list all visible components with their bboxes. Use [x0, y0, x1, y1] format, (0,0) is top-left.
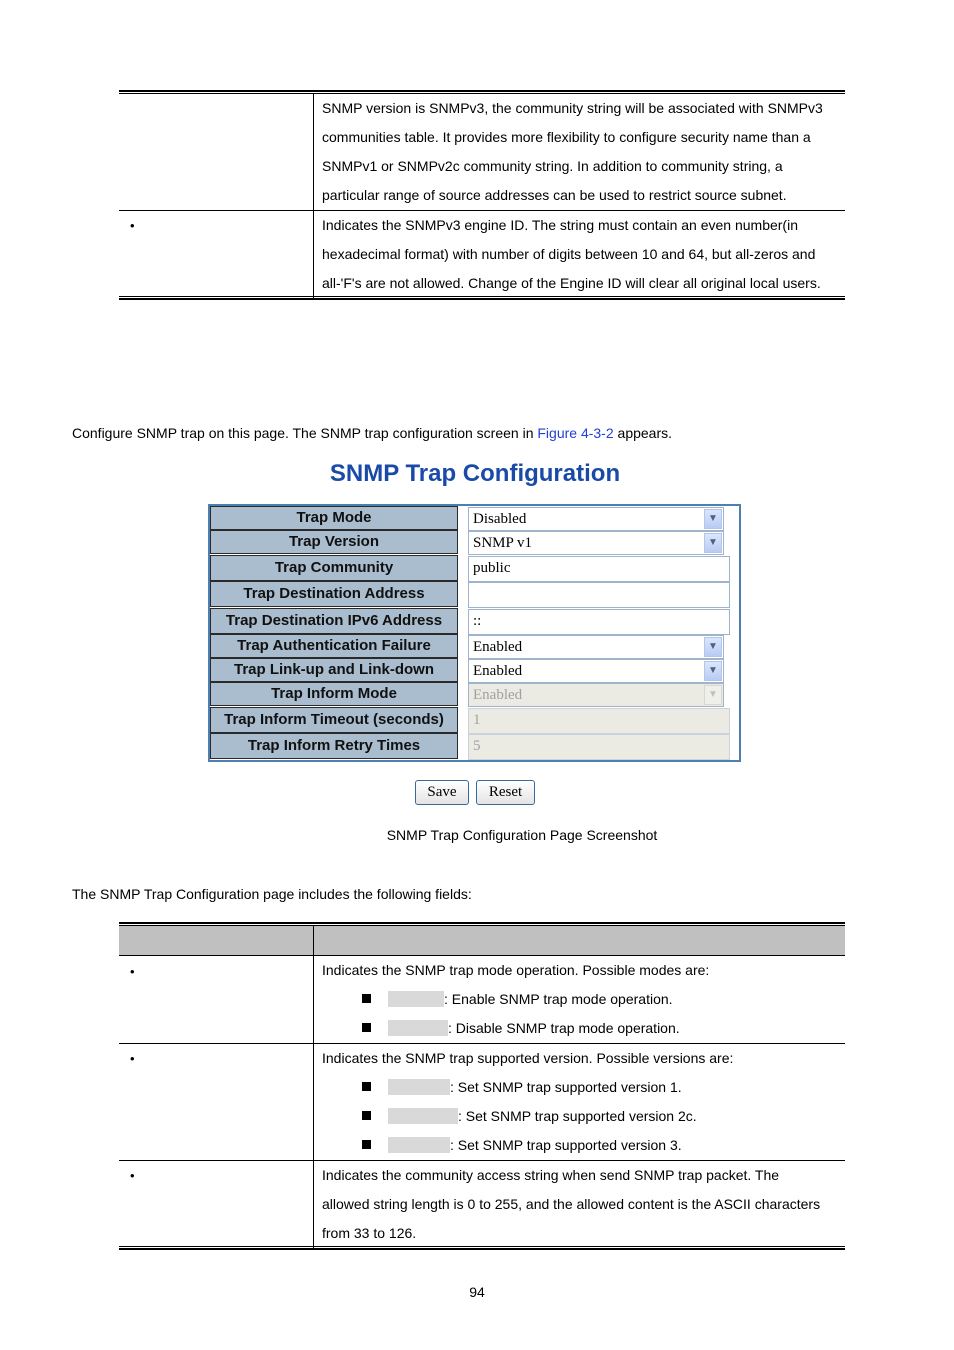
select-value: Enabled — [473, 687, 523, 703]
field-label: Trap Link-up and Link-down — [210, 658, 458, 682]
save-button[interactable]: Save — [415, 780, 469, 805]
redacted-term — [388, 1079, 450, 1095]
redacted-term — [388, 1137, 450, 1153]
desc-line: allowed string length is 0 to 255, and t… — [322, 1196, 821, 1212]
sub-item-text: : Disable SNMP trap mode operation. — [448, 1020, 680, 1036]
desc-line: SNMPv1 or SNMPv2c community string. In a… — [322, 158, 783, 174]
field-text-input[interactable]: :: — [468, 609, 730, 635]
table-row-description: Indicates the SNMPv3 engine ID. The stri… — [322, 211, 842, 298]
table-row-description: Indicates the SNMP trap supported versio… — [322, 1050, 734, 1066]
desc-line: SNMP version is SNMPv3, the community st… — [322, 100, 823, 116]
desc-line: all-'F's are not allowed. Change of the … — [322, 275, 821, 291]
sub-item: : Set SNMP trap supported version 1. — [362, 1073, 682, 1102]
select-value: Enabled — [473, 639, 523, 655]
field-text-input: 5 — [468, 734, 730, 760]
square-bullet-icon — [362, 1082, 371, 1091]
desc-line: particular range of source addresses can… — [322, 187, 787, 203]
config-title: SNMP Trap Configuration — [329, 460, 621, 487]
select-value: Disabled — [473, 511, 527, 527]
square-bullet-icon — [362, 1023, 371, 1032]
table-header-row — [119, 926, 845, 956]
field-label: Trap Authentication Failure — [210, 634, 458, 658]
sub-item: : Enable SNMP trap mode operation. — [362, 985, 673, 1014]
redacted-term — [388, 1108, 458, 1124]
field-label: Trap Mode — [210, 506, 458, 530]
bullet: • — [130, 1051, 135, 1066]
table-row-description: Indicates the community access string wh… — [322, 1161, 842, 1248]
intro-text: appears. — [613, 425, 673, 441]
fields-intro: The SNMP Trap Configuration page include… — [72, 886, 472, 902]
intro-paragraph: Configure SNMP trap on this page. The SN… — [72, 425, 672, 441]
field-label: Trap Version — [210, 530, 458, 554]
page-number: 94 — [469, 1284, 485, 1300]
table-column-divider — [313, 94, 314, 298]
bullet: • — [130, 964, 135, 979]
sub-item-text: : Set SNMP trap supported version 2c. — [458, 1108, 697, 1124]
field-select: Enabled ▼ — [468, 683, 724, 707]
sub-item: : Set SNMP trap supported version 3. — [362, 1131, 682, 1160]
figure-link[interactable]: Figure 4-3-2 — [537, 425, 613, 441]
intro-text: Configure SNMP trap on this page. The SN… — [72, 425, 538, 441]
field-label: Trap Destination Address — [210, 581, 458, 607]
sub-item-text: : Enable SNMP trap mode operation. — [444, 991, 673, 1007]
chevron-down-icon[interactable]: ▼ — [704, 509, 722, 529]
reset-button[interactable]: Reset — [476, 780, 535, 805]
field-select[interactable]: SNMP v1 ▼ — [468, 531, 724, 555]
sub-item-text: : Set SNMP trap supported version 3. — [450, 1137, 682, 1153]
field-select[interactable]: Disabled ▼ — [468, 507, 724, 531]
bullet: • — [130, 1168, 135, 1183]
select-value: Enabled — [473, 663, 523, 679]
field-label: Trap Inform Mode — [210, 682, 458, 706]
bullet: • — [130, 218, 135, 233]
table-row-description: SNMP version is SNMPv3, the community st… — [322, 94, 842, 210]
sub-item: : Disable SNMP trap mode operation. — [362, 1014, 680, 1043]
square-bullet-icon — [362, 1140, 371, 1149]
redacted-term — [388, 1020, 448, 1036]
field-label: Trap Community — [210, 555, 458, 581]
table-column-divider — [313, 926, 314, 1248]
desc-line: communities table. It provides more flex… — [322, 129, 811, 145]
figure-caption: SNMP Trap Configuration Page Screenshot — [386, 827, 658, 843]
field-label: Trap Inform Retry Times — [210, 733, 458, 759]
desc-line: Indicates the SNMPv3 engine ID. The stri… — [322, 217, 798, 233]
field-text-input: 1 — [468, 708, 730, 734]
field-label: Trap Destination IPv6 Address — [210, 608, 458, 634]
desc-line: from 33 to 126. — [322, 1225, 417, 1241]
chevron-down-icon[interactable]: ▼ — [704, 533, 722, 553]
table-row-description: Indicates the SNMP trap mode operation. … — [322, 962, 710, 978]
select-value: SNMP v1 — [473, 535, 533, 551]
desc-line: hexadecimal format) with number of digit… — [322, 246, 816, 262]
sub-item: : Set SNMP trap supported version 2c. — [362, 1102, 697, 1131]
redacted-term — [388, 991, 444, 1007]
chevron-down-icon: ▼ — [704, 685, 722, 705]
field-text-input[interactable]: public — [468, 556, 730, 582]
field-select[interactable]: Enabled ▼ — [468, 659, 724, 683]
desc-line: Indicates the community access string wh… — [322, 1167, 780, 1183]
field-select[interactable]: Enabled ▼ — [468, 635, 724, 659]
sub-item-text: : Set SNMP trap supported version 1. — [450, 1079, 682, 1095]
square-bullet-icon — [362, 994, 371, 1003]
field-label: Trap Inform Timeout (seconds) — [210, 707, 458, 733]
field-text-input[interactable] — [468, 582, 730, 608]
square-bullet-icon — [362, 1111, 371, 1120]
chevron-down-icon[interactable]: ▼ — [704, 661, 722, 681]
chevron-down-icon[interactable]: ▼ — [704, 637, 722, 657]
